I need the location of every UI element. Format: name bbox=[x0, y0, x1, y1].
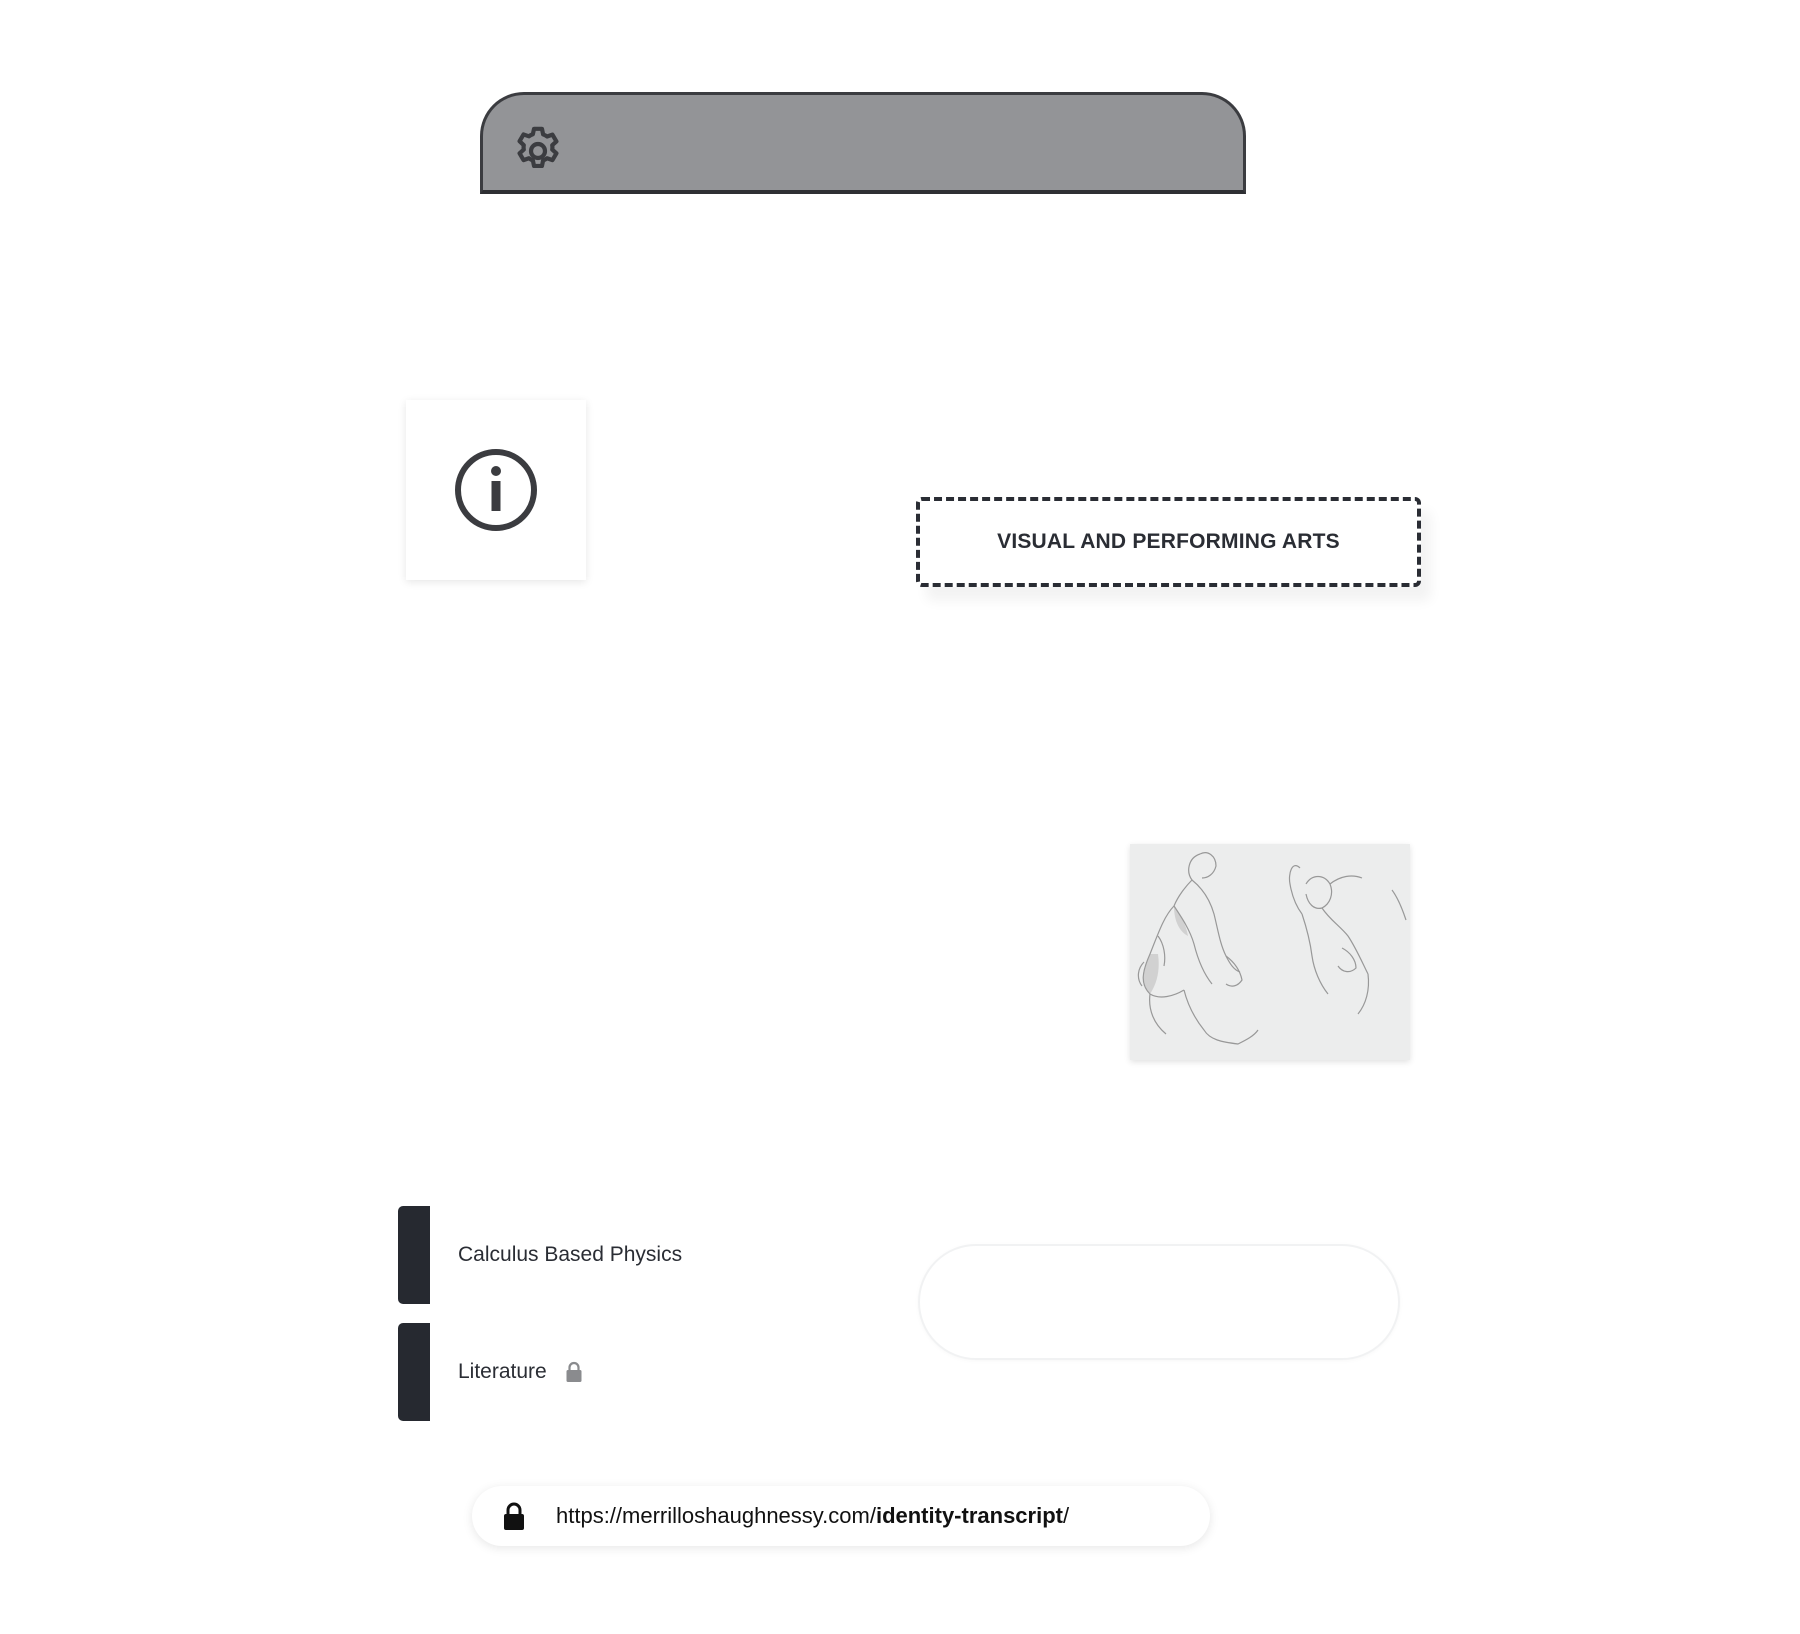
url-domain: https://merrilloshaughnessy.com/ bbox=[556, 1503, 876, 1528]
info-icon bbox=[455, 449, 537, 531]
course-marker bbox=[398, 1206, 430, 1304]
empty-pill-field[interactable] bbox=[918, 1244, 1400, 1360]
top-bar bbox=[480, 92, 1246, 194]
category-label-text: VISUAL AND PERFORMING ARTS bbox=[997, 530, 1340, 553]
url-suffix: / bbox=[1062, 1503, 1070, 1528]
course-marker bbox=[398, 1323, 430, 1421]
info-card[interactable] bbox=[406, 400, 586, 580]
gear-icon[interactable] bbox=[510, 123, 566, 179]
course-label: Calculus Based Physics bbox=[458, 1243, 683, 1266]
course-label: Literature bbox=[458, 1360, 547, 1383]
category-label[interactable]: VISUAL AND PERFORMING ARTS bbox=[916, 497, 1421, 587]
url-bar[interactable]: https://merrilloshaughnessy.com/identity… bbox=[472, 1486, 1210, 1546]
url-path: identity-transcript bbox=[875, 1503, 1063, 1528]
sketch-image bbox=[1130, 844, 1410, 1060]
course-item[interactable]: Literature bbox=[398, 1323, 758, 1421]
lock-icon bbox=[565, 1361, 583, 1383]
url-text: https://merrilloshaughnessy.com/identity… bbox=[556, 1503, 1069, 1529]
lock-icon bbox=[502, 1501, 526, 1531]
course-item[interactable]: Calculus Based Physics bbox=[398, 1206, 758, 1304]
